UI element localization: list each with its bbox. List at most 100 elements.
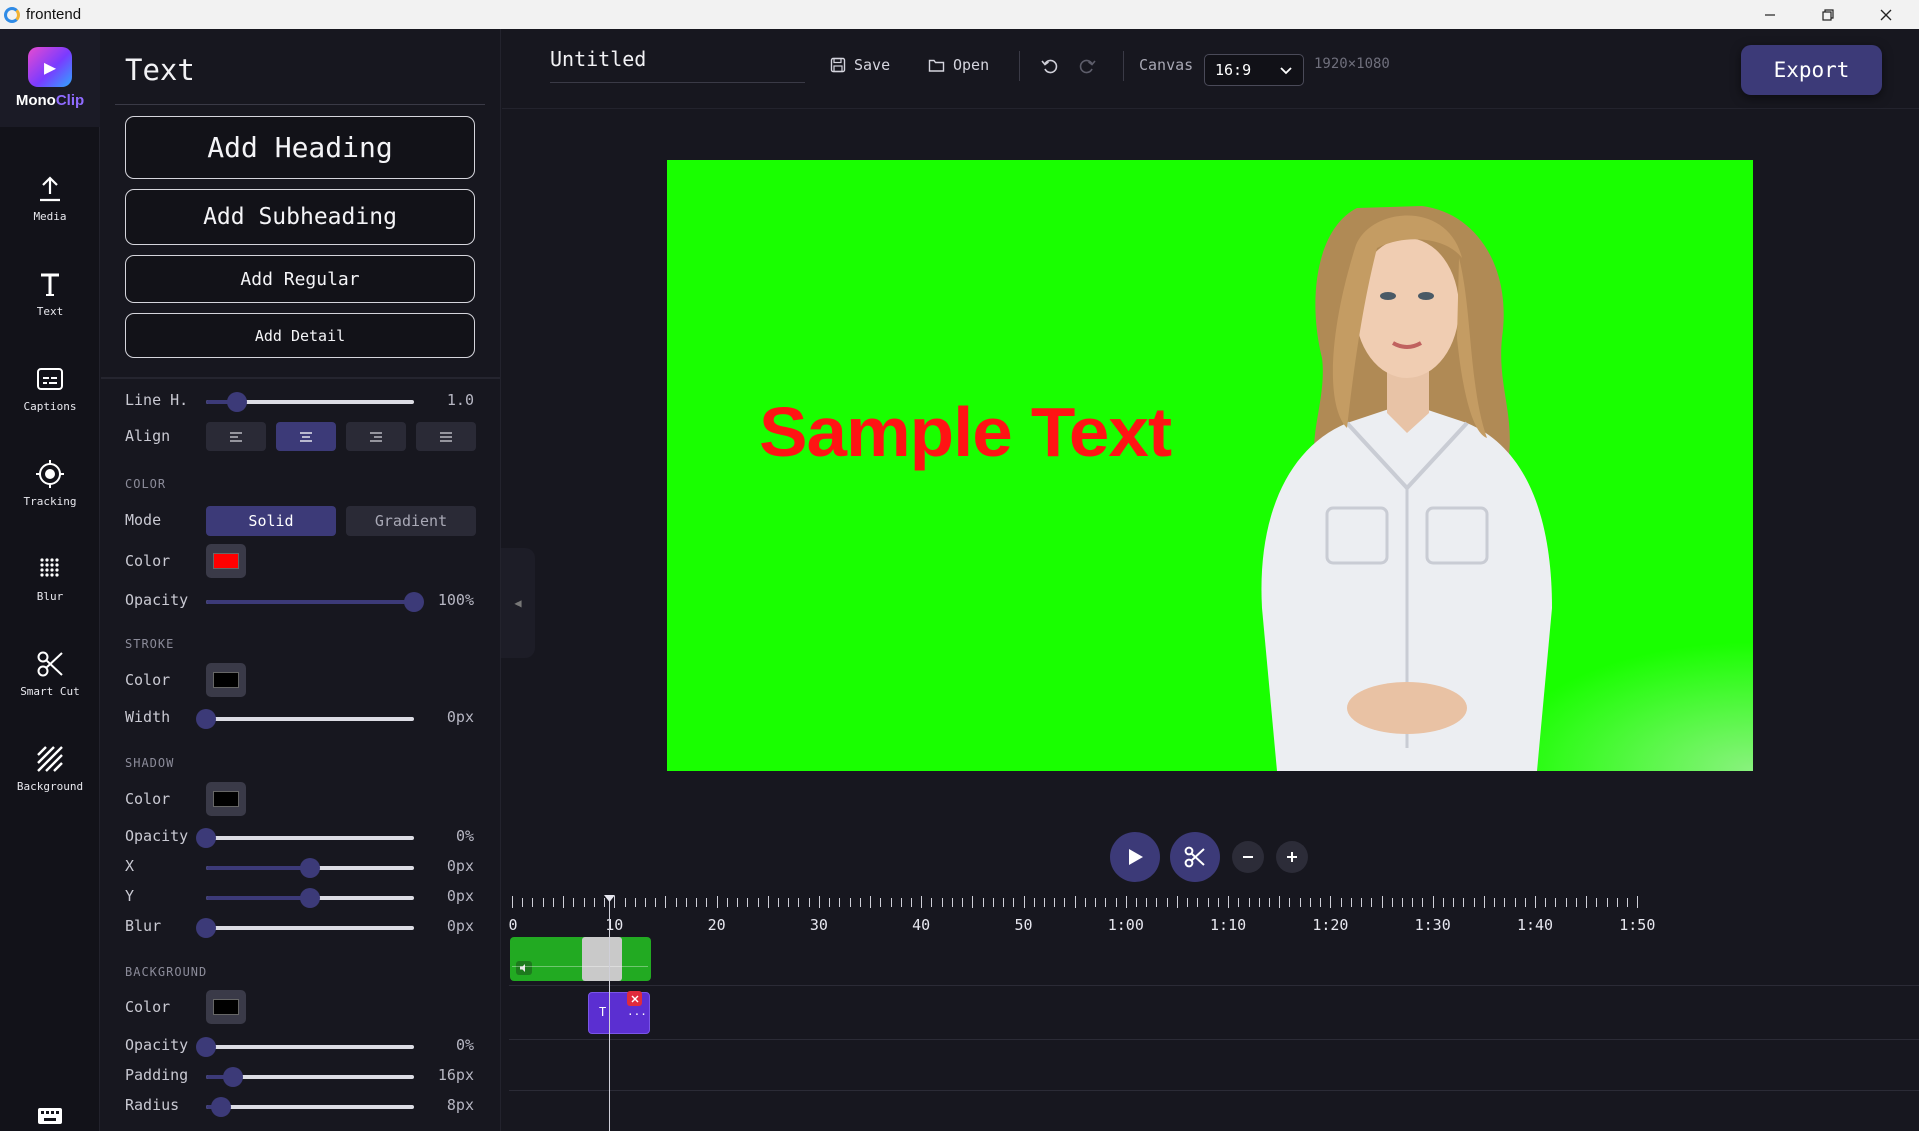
rail-item-blur[interactable]: Blur <box>0 537 100 617</box>
save-label: Save <box>854 56 891 74</box>
ruler-tick <box>1504 898 1506 907</box>
restore-button[interactable] <box>1799 0 1857 29</box>
open-button[interactable]: Open <box>928 56 989 74</box>
ruler-tick <box>1637 896 1639 908</box>
rail-item-captions[interactable]: Captions <box>0 347 100 427</box>
slider-thumb[interactable] <box>227 392 248 412</box>
shadow-color-swatch[interactable] <box>206 782 246 816</box>
keyboard-shortcuts-button[interactable] <box>37 1107 63 1129</box>
ruler-time-label: 1:00 <box>1107 916 1144 934</box>
rail-item-background[interactable]: Background <box>0 727 100 807</box>
plus-icon <box>1287 852 1297 862</box>
split-clip-button[interactable] <box>1170 832 1220 882</box>
timeline-ruler[interactable]: 0 10 20 30 40 50 1:00 1:10 1:20 1:30 1:40 1:50 <box>502 888 1919 938</box>
mode-gradient-button[interactable]: Gradient <box>346 506 476 536</box>
rail-item-smart-cut[interactable]: Smart Cut <box>0 632 100 712</box>
close-window-button[interactable] <box>1857 0 1915 29</box>
shadow-y-label: Y <box>125 887 135 905</box>
zoom-out-button[interactable] <box>1232 841 1264 873</box>
shadow-blur-slider[interactable] <box>196 918 414 938</box>
align-left-button[interactable] <box>206 422 266 451</box>
ruler-tick <box>1350 898 1352 907</box>
ruler-tick <box>1146 898 1148 907</box>
mode-solid-button[interactable]: Solid <box>206 506 336 536</box>
playhead[interactable] <box>604 895 615 1131</box>
slider-thumb[interactable] <box>210 1097 231 1117</box>
stroke-width-slider[interactable] <box>196 709 414 729</box>
zoom-in-button[interactable] <box>1276 841 1308 873</box>
text-clip[interactable]: T ... <box>588 991 650 1034</box>
align-right-button[interactable] <box>346 422 406 451</box>
text-color-swatch[interactable] <box>206 544 246 578</box>
bg-color-swatch[interactable] <box>206 990 246 1024</box>
close-icon <box>631 995 638 1002</box>
slider-thumb[interactable] <box>196 828 216 848</box>
add-regular-button[interactable]: Add Regular <box>125 255 475 303</box>
slider-thumb[interactable] <box>196 1037 216 1057</box>
canvas-ratio-select[interactable]: 16:9 <box>1204 54 1304 86</box>
align-center-button[interactable] <box>276 422 336 451</box>
audio-toggle[interactable] <box>516 961 532 975</box>
ruler-tick <box>1187 898 1189 907</box>
rail-item-text[interactable]: Text <box>0 252 100 332</box>
ruler-tick <box>542 898 544 907</box>
redo-button[interactable] <box>1078 57 1096 75</box>
folder-icon <box>928 59 945 72</box>
undo-button[interactable] <box>1041 57 1059 75</box>
ruler-tick <box>1494 898 1496 907</box>
ruler-tick <box>1524 898 1526 907</box>
ruler-tick <box>685 898 687 907</box>
ruler-tick <box>982 898 984 907</box>
play-button[interactable] <box>1110 832 1160 882</box>
play-icon <box>1129 849 1143 865</box>
ruler-time-label: 1:20 <box>1312 916 1349 934</box>
shadow-x-slider[interactable] <box>206 858 414 878</box>
ruler-tick <box>992 898 994 907</box>
bg-radius-slider[interactable] <box>206 1097 414 1117</box>
shadow-opacity-value: 0% <box>455 827 474 845</box>
add-subheading-button[interactable]: Add Subheading <box>125 189 475 245</box>
line-height-slider[interactable] <box>206 392 414 412</box>
ruler-tick <box>1309 898 1311 907</box>
rail-item-tracking[interactable]: Tracking <box>0 442 100 522</box>
stroke-width-label: Width <box>125 708 171 726</box>
track-divider <box>509 1039 1919 1040</box>
project-name-input[interactable]: Untitled <box>550 45 805 83</box>
text-opacity-slider[interactable] <box>206 592 424 612</box>
minimize-button[interactable] <box>1741 0 1799 29</box>
slider-thumb[interactable] <box>300 858 320 878</box>
export-button[interactable]: Export <box>1741 45 1882 95</box>
slider-thumb[interactable] <box>196 918 216 938</box>
shadow-y-slider[interactable] <box>206 888 414 908</box>
video-clip[interactable] <box>510 937 651 981</box>
slider-thumb[interactable] <box>196 709 216 729</box>
shadow-opacity-slider[interactable] <box>196 828 414 848</box>
ruler-tick <box>1238 898 1240 907</box>
bg-padding-slider[interactable] <box>206 1067 414 1087</box>
ruler-tick <box>931 898 933 907</box>
ruler-tick <box>1207 898 1209 907</box>
stroke-color-swatch[interactable] <box>206 663 246 697</box>
delete-clip-button[interactable] <box>627 991 642 1006</box>
ruler-tick <box>1422 898 1424 907</box>
overlay-sample-text[interactable]: Sample Text <box>759 392 1172 472</box>
ruler-tick <box>644 898 646 907</box>
add-detail-button[interactable]: Add Detail <box>125 313 475 358</box>
audio-waveform <box>512 966 648 967</box>
add-heading-button[interactable]: Add Heading <box>125 116 475 179</box>
ruler-tick <box>818 896 820 908</box>
window-title: frontend <box>26 6 82 23</box>
slider-thumb[interactable] <box>300 888 320 908</box>
video-preview[interactable]: Sample Text <box>667 160 1753 771</box>
rail-item-media[interactable]: Media <box>0 157 100 237</box>
slider-thumb[interactable] <box>404 592 424 612</box>
save-button[interactable]: Save <box>830 56 890 74</box>
tool-rail: ▶ MonoClip Media Text Captions Tracking <box>0 29 100 1131</box>
slider-thumb[interactable] <box>223 1067 244 1087</box>
ruler-time-label: 1:40 <box>1516 916 1554 934</box>
align-justify-button[interactable] <box>416 422 476 451</box>
color-label: Color <box>125 552 171 570</box>
ruler-tick <box>798 898 800 907</box>
collapse-panel-button[interactable]: ◀ <box>501 548 535 658</box>
bg-opacity-slider[interactable] <box>196 1037 414 1057</box>
